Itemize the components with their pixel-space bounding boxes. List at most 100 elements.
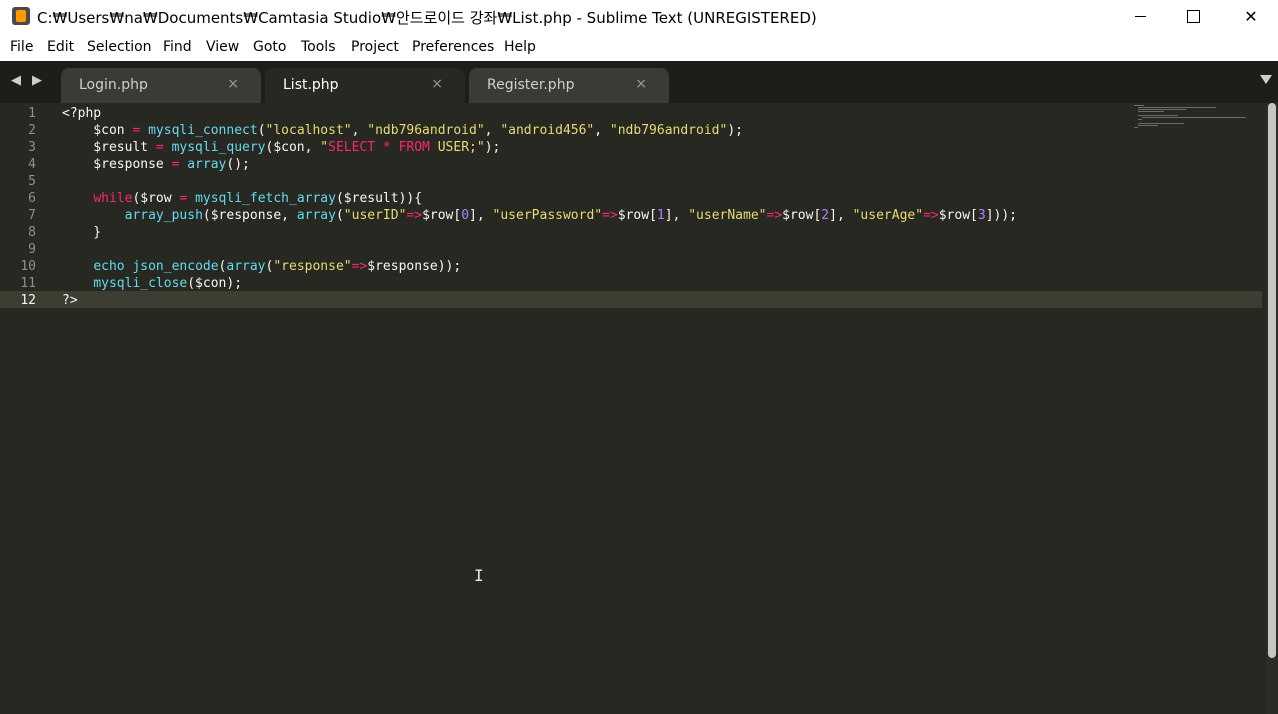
- code-line[interactable]: }: [62, 224, 101, 241]
- sublime-text-app-icon: [12, 7, 30, 25]
- menu-bar: File Edit Selection Find View Goto Tools…: [0, 33, 1278, 62]
- menu-selection[interactable]: Selection: [87, 39, 152, 55]
- code-line[interactable]: mysqli_close($con);: [62, 275, 242, 292]
- menu-preferences[interactable]: Preferences: [412, 39, 494, 55]
- code-token: *: [382, 140, 391, 155]
- code-token: array_push: [124, 208, 203, 223]
- menu-find[interactable]: Find: [163, 39, 192, 55]
- code-token: ($response,: [202, 208, 297, 223]
- code-token: json_encode: [132, 259, 219, 274]
- maximize-icon: [1186, 10, 1200, 23]
- code-token: ],: [829, 208, 853, 223]
- code-token: =>: [923, 208, 939, 223]
- code-token: 3: [977, 208, 986, 223]
- code-token: 1: [656, 208, 665, 223]
- code-token: );: [484, 140, 501, 155]
- code-line[interactable]: while($row = mysqli_fetch_array($result)…: [62, 190, 422, 207]
- code-line[interactable]: array_push($response, array("userID"=>$r…: [62, 207, 1017, 224]
- code-line[interactable]: $response = array();: [62, 156, 250, 173]
- code-token: (: [335, 208, 344, 223]
- minimize-icon: [1134, 16, 1146, 17]
- menu-tools[interactable]: Tools: [301, 39, 336, 55]
- line-number: 8: [28, 225, 36, 240]
- code-token: array: [187, 157, 227, 172]
- code-token: "userName": [688, 208, 767, 223]
- code-token: ],: [469, 208, 493, 223]
- code-token: USER;": [429, 140, 485, 155]
- code-line[interactable]: <?php: [62, 105, 101, 122]
- code-token: $row[: [617, 208, 657, 223]
- code-token: mysqli_query: [171, 140, 266, 155]
- menu-help[interactable]: Help: [504, 39, 536, 55]
- text-cursor-icon: I: [474, 566, 484, 585]
- maximize-button[interactable]: [1170, 0, 1216, 33]
- menu-file[interactable]: File: [10, 39, 33, 55]
- line-number: 6: [28, 191, 36, 206]
- menu-edit[interactable]: Edit: [47, 39, 74, 55]
- code-token: "android456": [500, 123, 595, 138]
- code-token: mysqli_fetch_array: [195, 191, 336, 206]
- minimize-button[interactable]: [1117, 0, 1163, 33]
- close-window-button[interactable]: ✕: [1228, 0, 1274, 33]
- code-token: ($result)){: [335, 191, 423, 206]
- code-token: ($row: [132, 191, 180, 206]
- tab-close-icon[interactable]: ×: [431, 76, 443, 92]
- tab-label: Register.php: [487, 77, 575, 93]
- code-token: "response": [273, 259, 352, 274]
- code-token: =>: [351, 259, 368, 274]
- code-token: );: [727, 123, 743, 138]
- code-token: ($con,: [265, 140, 321, 155]
- line-number: 9: [28, 242, 36, 257]
- tab-label: Login.php: [79, 77, 148, 93]
- code-token: "userPassword": [492, 208, 603, 223]
- close-icon: ✕: [1244, 7, 1258, 26]
- code-token: mysqli_close: [93, 276, 188, 291]
- line-number-gutter: 1 2 3 4 5 6 7 8 9 10 11 12: [0, 103, 54, 714]
- code-token: }: [62, 225, 102, 240]
- tab-close-icon[interactable]: ×: [635, 76, 647, 92]
- code-token: mysqli_connect: [148, 123, 258, 138]
- code-token: while: [93, 191, 133, 206]
- code-line[interactable]: $result = mysqli_query($con, "SELECT * F…: [62, 139, 500, 156]
- code-token: =: [155, 140, 164, 155]
- current-line-highlight: [0, 291, 1262, 308]
- code-token: ();: [226, 157, 250, 172]
- code-editor[interactable]: 1 2 3 4 5 6 7 8 9 10 11 12 <?php $con = mysqli_conn…: [0, 103, 1278, 714]
- menu-goto[interactable]: Goto: [253, 39, 286, 55]
- tab-close-icon[interactable]: ×: [227, 76, 239, 92]
- code-token: ,: [484, 123, 501, 138]
- menu-project[interactable]: Project: [351, 39, 399, 55]
- scrollbar-thumb[interactable]: [1268, 103, 1276, 658]
- code-token: 2: [821, 208, 830, 223]
- tab-bar: ◀ ▶ Login.php × List.php × Register.php …: [0, 61, 1278, 103]
- code-token: $response));: [367, 259, 462, 274]
- back-arrow-icon[interactable]: ◀: [11, 73, 21, 88]
- tab-register-php[interactable]: Register.php ×: [469, 68, 669, 103]
- code-line[interactable]: $con = mysqli_connect("localhost", "ndb7…: [62, 122, 743, 139]
- tab-list-php[interactable]: List.php ×: [265, 68, 465, 103]
- code-line[interactable]: echo json_encode(array("response"=>$resp…: [62, 258, 461, 275]
- code-token: =>: [602, 208, 618, 223]
- code-line[interactable]: ?>: [62, 292, 78, 309]
- minimap[interactable]: [1134, 105, 1246, 129]
- code-token: ,: [594, 123, 610, 138]
- forward-arrow-icon[interactable]: ▶: [32, 73, 42, 88]
- menu-view[interactable]: View: [206, 39, 239, 55]
- line-number: 3: [28, 140, 36, 155]
- tab-login-php[interactable]: Login.php ×: [61, 68, 261, 103]
- line-number: 7: [28, 208, 36, 223]
- code-token: ($con);: [187, 276, 243, 291]
- tab-list-dropdown-icon[interactable]: [1260, 75, 1272, 84]
- code-token: (: [257, 123, 266, 138]
- code-token: $con: [62, 123, 133, 138]
- code-token: array: [226, 259, 266, 274]
- line-number: 10: [20, 259, 36, 274]
